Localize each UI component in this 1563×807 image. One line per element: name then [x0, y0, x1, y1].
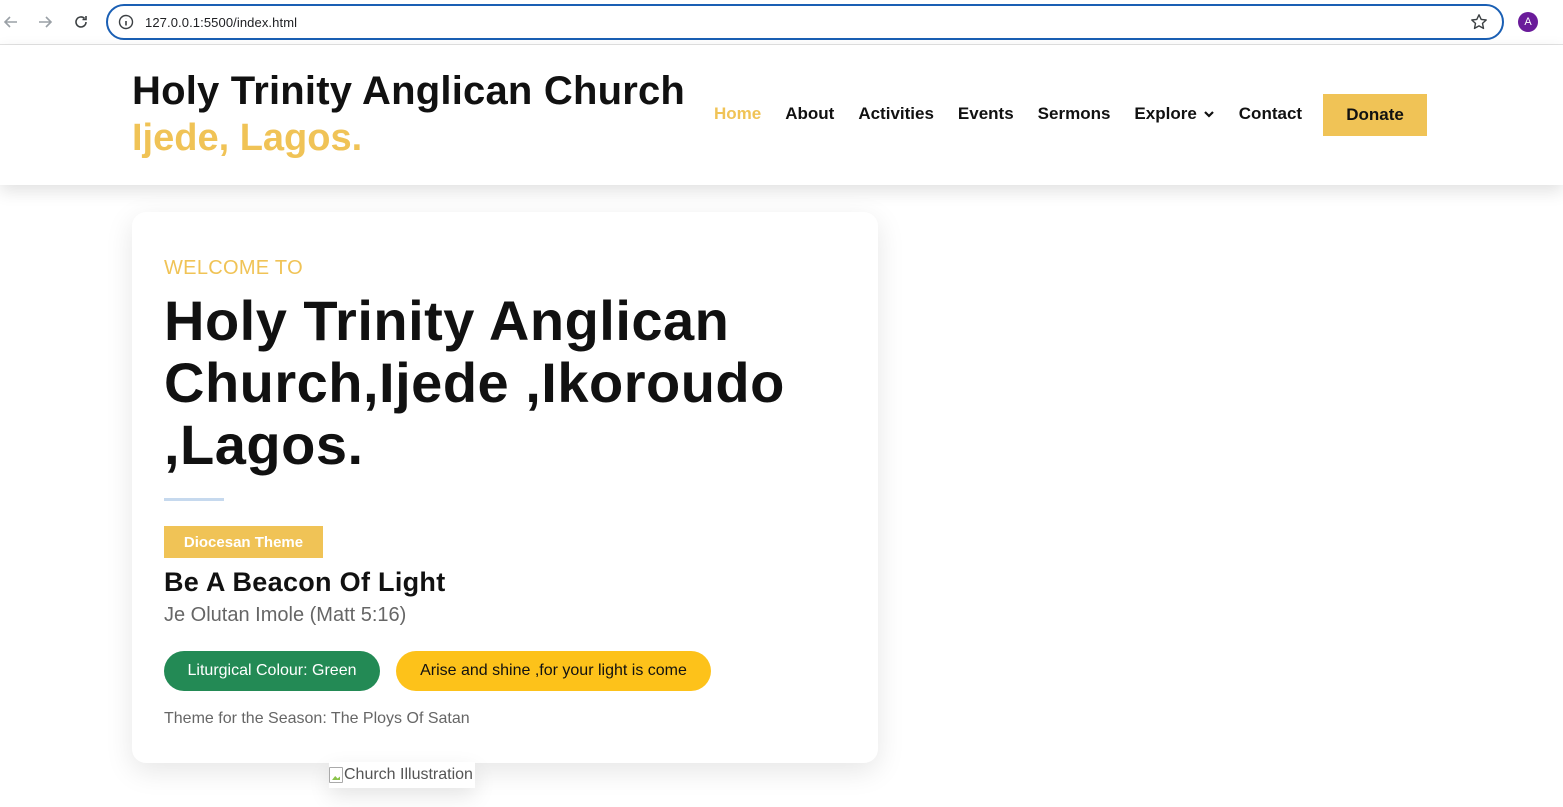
site-location[interactable]: Ijede, Lagos. [132, 117, 362, 160]
donate-button[interactable]: Donate [1323, 94, 1427, 136]
theme-subtitle: Je Olutan Imole (Matt 5:16) [164, 604, 407, 626]
theme-badge: Diocesan Theme [164, 526, 323, 558]
divider [164, 498, 224, 501]
address-bar[interactable]: 127.0.0.1:5500/index.html [106, 4, 1504, 40]
nav-events[interactable]: Events [958, 104, 1014, 124]
reload-icon [75, 16, 87, 28]
forward-button[interactable] [34, 11, 56, 33]
nav-about[interactable]: About [785, 104, 834, 124]
liturgical-colour-pill: Liturgical Colour: Green [164, 651, 380, 691]
info-icon[interactable] [118, 14, 134, 30]
nav-sermons[interactable]: Sermons [1038, 104, 1111, 124]
browser-toolbar: 127.0.0.1:5500/index.html A [0, 0, 1563, 45]
star-icon[interactable] [1470, 13, 1488, 31]
illustration-alt-text: Church Illustration [344, 766, 473, 783]
nav-contact[interactable]: Contact [1239, 104, 1302, 124]
nav-activities[interactable]: Activities [858, 104, 934, 124]
welcome-label: WELCOME TO [164, 257, 303, 279]
season-theme: Theme for the Season: The Ploys Of Satan [164, 710, 470, 727]
arrow-left-icon [3, 16, 17, 28]
reload-button[interactable] [70, 11, 92, 33]
church-illustration: Church Illustration [329, 762, 475, 788]
theme-title: Be A Beacon Of Light [164, 567, 446, 597]
main-nav: Home About Activities Events Sermons Exp… [714, 104, 1326, 124]
back-button[interactable] [0, 11, 22, 33]
broken-image-icon [329, 767, 343, 783]
url-text[interactable]: 127.0.0.1:5500/index.html [145, 15, 297, 30]
arrow-right-icon [39, 16, 53, 28]
site-title[interactable]: Holy Trinity Anglican Church [132, 69, 685, 114]
hero-card: WELCOME TO Holy Trinity Anglican Church,… [132, 212, 878, 763]
nav-explore[interactable]: Explore [1134, 104, 1214, 124]
chevron-down-icon [1204, 111, 1214, 118]
nav-explore-label: Explore [1134, 104, 1197, 123]
profile-avatar[interactable]: A [1518, 12, 1538, 32]
nav-home[interactable]: Home [714, 104, 761, 124]
site-header: Holy Trinity Anglican Church Ijede, Lago… [0, 45, 1563, 185]
verse-pill: Arise and shine ,for your light is come [396, 651, 711, 691]
hero-title: Holy Trinity Anglican Church,Ijede ,Ikor… [164, 289, 785, 476]
